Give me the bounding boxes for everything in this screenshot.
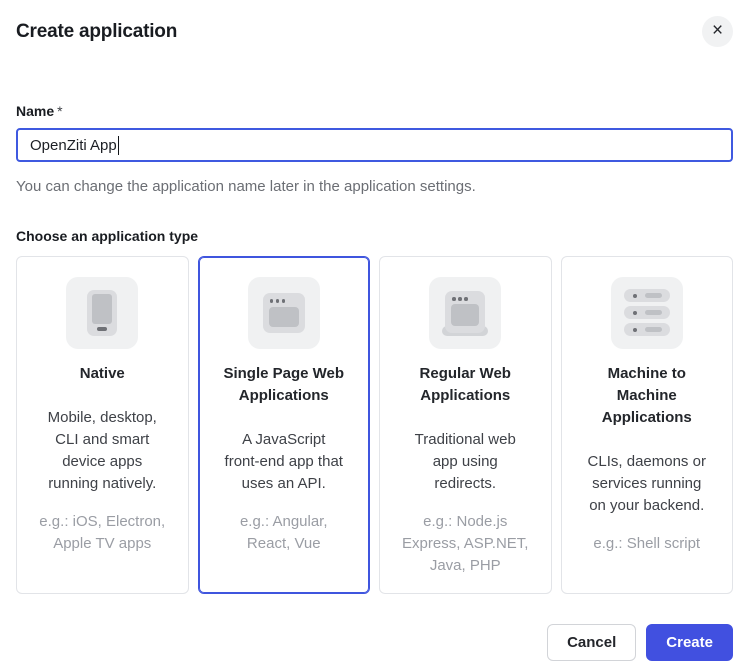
required-asterisk: * (57, 103, 62, 119)
modal-header: Create application × (16, 0, 733, 47)
modal-footer: Cancel Create (16, 624, 733, 661)
card-examples: e.g.: Node.js Express, ASP.NET, Java, PH… (392, 511, 539, 577)
app-type-card-native[interactable]: Native Mobile, desktop, CLI and smart de… (16, 256, 189, 594)
browser-window-icon (248, 277, 320, 349)
app-type-grid: Native Mobile, desktop, CLI and smart de… (16, 256, 733, 594)
name-label: Name* (16, 103, 733, 119)
card-description: Traditional web app using redirects. (392, 429, 539, 495)
card-examples: e.g.: Shell script (574, 533, 721, 555)
desktop-browser-icon (429, 277, 501, 349)
name-label-text: Name (16, 103, 54, 119)
card-description: CLIs, daemons or services running on you… (574, 451, 721, 517)
server-stack-icon (611, 277, 683, 349)
card-title: Single Page Web Applications (211, 363, 358, 407)
application-type-label: Choose an application type (16, 228, 733, 244)
cancel-button[interactable]: Cancel (547, 624, 636, 661)
app-type-card-spa[interactable]: Single Page Web Applications A JavaScrip… (198, 256, 371, 594)
card-title: Native (29, 363, 176, 385)
app-type-card-m2m[interactable]: Machine to Machine Applications CLIs, da… (561, 256, 734, 594)
card-title: Regular Web Applications (392, 363, 539, 407)
create-button[interactable]: Create (646, 624, 733, 661)
name-input-value: OpenZiti App (30, 137, 117, 154)
helper-text: You can change the application name late… (16, 178, 733, 195)
text-caret (118, 136, 120, 155)
name-input[interactable]: OpenZiti App (16, 128, 733, 162)
create-application-modal: Create application × Name* OpenZiti App … (0, 0, 749, 670)
card-examples: e.g.: iOS, Electron, Apple TV apps (29, 511, 176, 555)
app-type-card-regular-web[interactable]: Regular Web Applications Traditional web… (379, 256, 552, 594)
close-icon: × (712, 21, 723, 40)
mobile-phone-icon (66, 277, 138, 349)
card-title: Machine to Machine Applications (574, 363, 721, 429)
card-description: Mobile, desktop, CLI and smart device ap… (29, 407, 176, 495)
page-title: Create application (16, 21, 177, 43)
card-examples: e.g.: Angular, React, Vue (211, 511, 358, 555)
close-button[interactable]: × (702, 16, 733, 47)
card-description: A JavaScript front-end app that uses an … (211, 429, 358, 495)
